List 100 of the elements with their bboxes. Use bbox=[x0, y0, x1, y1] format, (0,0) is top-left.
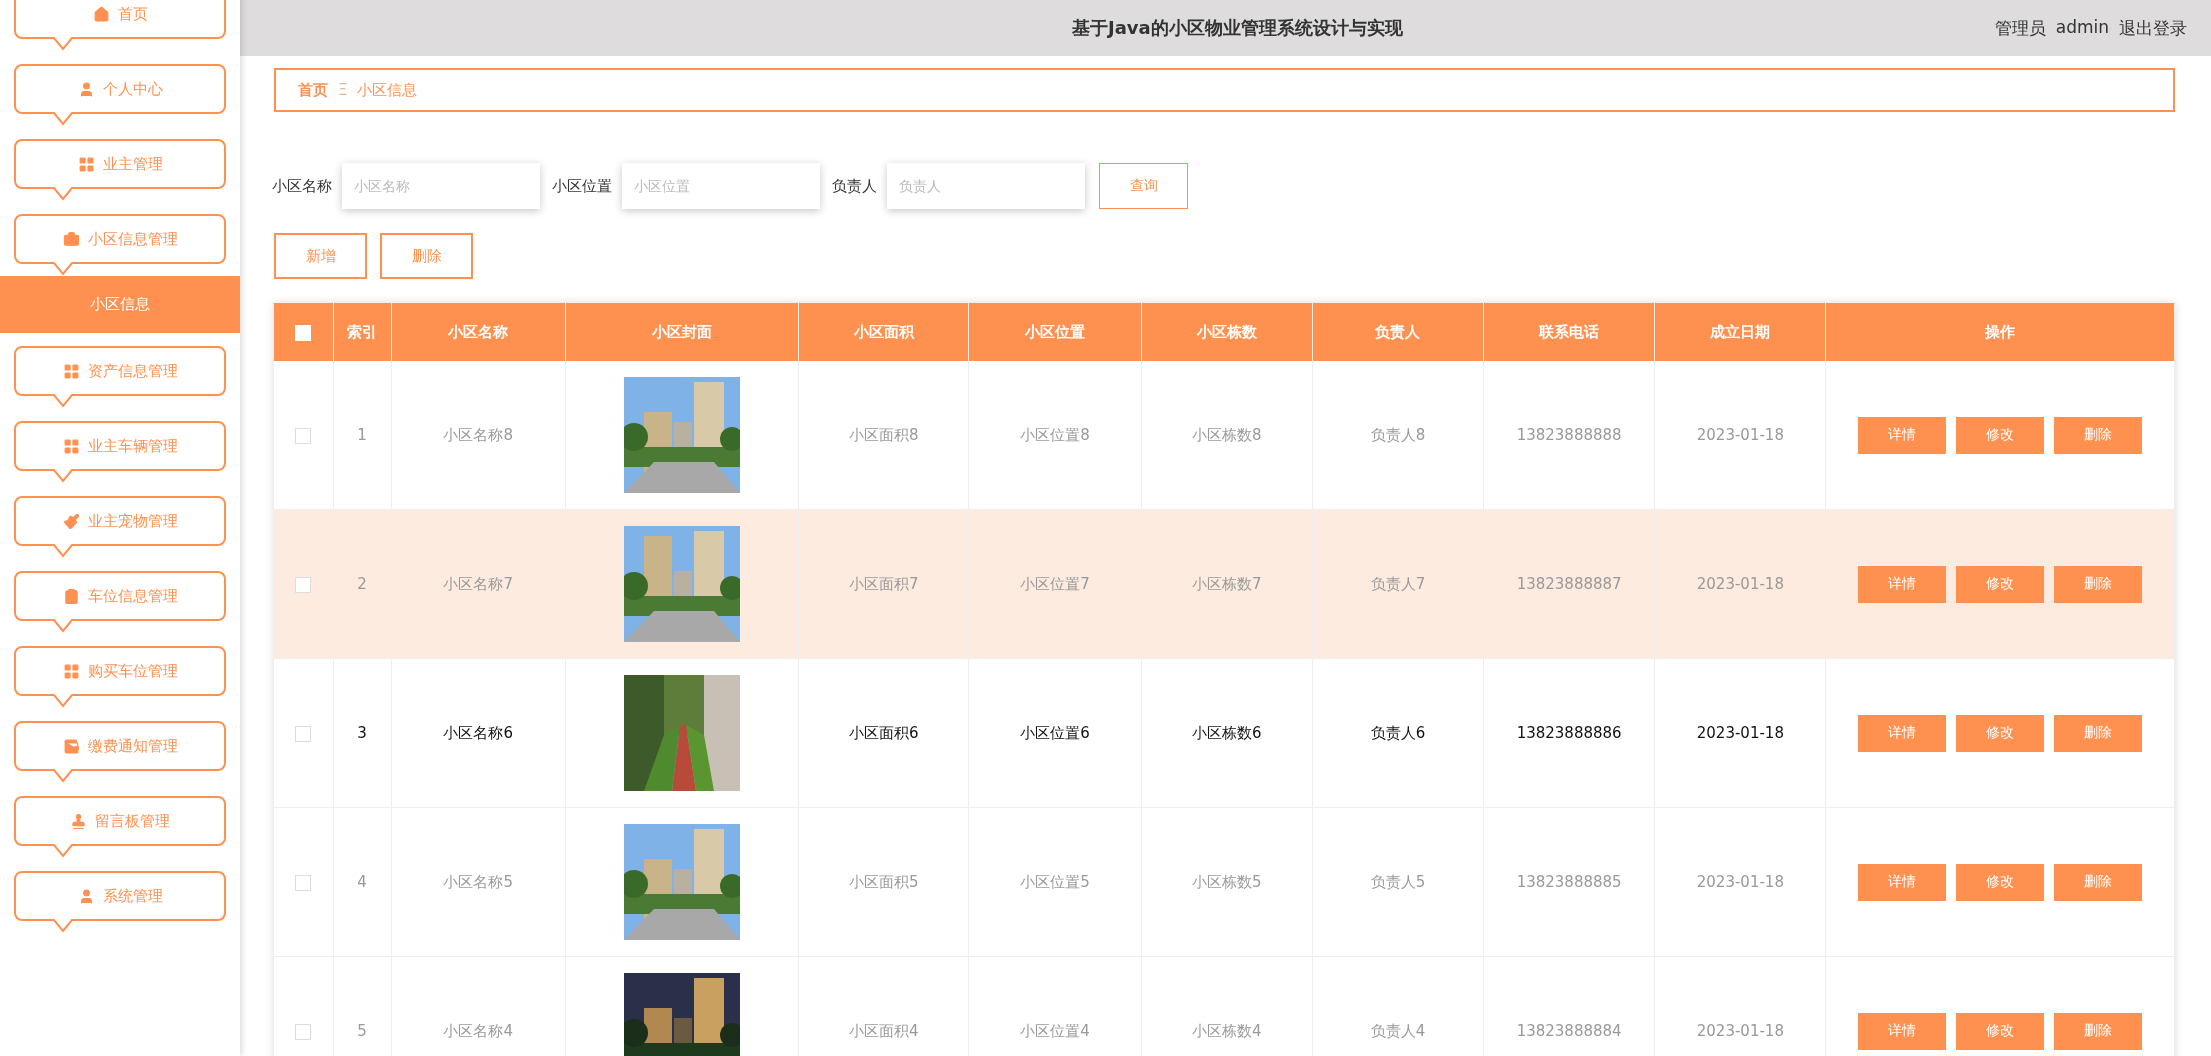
sidebar-label: 首页 bbox=[117, 4, 148, 24]
sidebar-item[interactable]: 车位信息管理 bbox=[14, 571, 226, 633]
home-icon bbox=[92, 5, 110, 23]
field-label: 负责人 bbox=[832, 176, 877, 196]
stamp-icon bbox=[70, 812, 87, 830]
sidebar-item[interactable]: 资产信息管理 bbox=[14, 346, 226, 408]
sidebar-item[interactable]: 购买车位管理 bbox=[14, 646, 226, 708]
search-field[interactable]: 负责人 bbox=[887, 163, 1085, 209]
breadcrumb-home[interactable]: 首页 bbox=[298, 80, 328, 100]
table-cell: 5 bbox=[357, 1022, 367, 1040]
grid-icon bbox=[62, 437, 80, 455]
sidebar-item[interactable]: 留言板管理 bbox=[14, 796, 226, 858]
column-header: 成立日期 bbox=[1710, 322, 1771, 341]
table-cell: 2023-01-18 bbox=[1696, 873, 1784, 891]
edit-button[interactable]: 修改 bbox=[1956, 714, 2045, 752]
grid-icon bbox=[77, 155, 95, 173]
table-cell: 小区面积5 bbox=[848, 872, 919, 891]
table-cell: 2023-01-18 bbox=[1696, 1022, 1784, 1040]
detail-button[interactable]: 详情 bbox=[1858, 416, 1947, 454]
delete-button[interactable]: 删除 bbox=[2054, 1012, 2143, 1050]
table-cell: 小区名称5 bbox=[443, 872, 513, 891]
delete-button[interactable]: 删除 bbox=[2054, 565, 2143, 603]
table-cell: 小区名称7 bbox=[443, 574, 513, 593]
table-cell: 负责人5 bbox=[1370, 872, 1426, 891]
table-cell: 4 bbox=[357, 873, 367, 891]
sidebar-item[interactable]: 业主宠物管理 bbox=[14, 496, 226, 558]
column-header: 联系电话 bbox=[1539, 322, 1600, 341]
sidebar-item[interactable]: 个人中心 bbox=[14, 64, 226, 126]
field-label: 小区位置 bbox=[552, 176, 612, 196]
table-cell: 小区名称6 bbox=[443, 723, 513, 742]
table-cell: 2023-01-18 bbox=[1696, 426, 1784, 444]
row-checkbox[interactable] bbox=[295, 1023, 312, 1040]
sidebar-item[interactable]: 首页 bbox=[14, 0, 226, 51]
select-all-checkbox[interactable] bbox=[295, 324, 312, 341]
table-cell: 13823888886 bbox=[1516, 724, 1622, 742]
sidebar-label: 小区信息管理 bbox=[87, 229, 178, 249]
sidebar-item[interactable]: 业主管理 bbox=[14, 139, 226, 201]
sidebar-label: 业主宠物管理 bbox=[87, 511, 178, 531]
column-header: 操作 bbox=[1985, 322, 2016, 341]
table-cell: 小区名称8 bbox=[443, 425, 513, 444]
row-checkbox[interactable] bbox=[295, 576, 312, 593]
edit-button[interactable]: 修改 bbox=[1956, 416, 2045, 454]
sidebar-label: 留言板管理 bbox=[95, 811, 170, 831]
table-cell: 13823888885 bbox=[1516, 873, 1622, 891]
sidebar-label: 系统管理 bbox=[102, 886, 163, 906]
detail-button[interactable]: 详情 bbox=[1858, 565, 1947, 603]
table-cell: 1 bbox=[357, 426, 367, 444]
table-cell: 小区栋数7 bbox=[1191, 574, 1262, 593]
query-button[interactable]: 查询 bbox=[1099, 163, 1188, 209]
table-cell: 小区面积7 bbox=[848, 574, 919, 593]
edit-button[interactable]: 修改 bbox=[1956, 1012, 2045, 1050]
delete-button[interactable]: 删除 bbox=[380, 233, 473, 279]
row-checkbox[interactable] bbox=[295, 725, 312, 742]
column-header: 小区位置 bbox=[1024, 322, 1085, 341]
sidebar-label: 资产信息管理 bbox=[87, 361, 178, 381]
delete-button[interactable]: 删除 bbox=[2054, 863, 2143, 901]
sidebar-item[interactable]: 小区信息 bbox=[0, 276, 240, 333]
table-cell: 小区栋数5 bbox=[1191, 872, 1262, 891]
table-cell: 负责人4 bbox=[1370, 1021, 1426, 1040]
add-button[interactable]: 新增 bbox=[274, 233, 367, 279]
sidebar-label: 业主管理 bbox=[102, 154, 163, 174]
table-cell: 小区位置5 bbox=[1020, 872, 1090, 891]
sidebar-item[interactable]: 业主车辆管理 bbox=[14, 421, 226, 483]
edit-button[interactable]: 修改 bbox=[1956, 565, 2045, 603]
wallet-icon bbox=[62, 737, 80, 755]
column-header: 小区面积 bbox=[853, 322, 914, 341]
edit-button[interactable]: 修改 bbox=[1956, 863, 2045, 901]
table-cell: 小区位置6 bbox=[1020, 723, 1090, 742]
sidebar-label: 缴费通知管理 bbox=[87, 736, 178, 756]
table-cell: 负责人6 bbox=[1370, 723, 1426, 742]
search-field[interactable]: 小区位置 bbox=[622, 163, 820, 209]
app-title: 基于Java的小区物业管理系统设计与实现 bbox=[1071, 16, 1404, 40]
row-checkbox[interactable] bbox=[295, 427, 312, 444]
brush-icon bbox=[62, 512, 80, 530]
table-cell: 负责人7 bbox=[1370, 574, 1426, 593]
grid-icon bbox=[62, 362, 80, 380]
delete-button[interactable]: 删除 bbox=[2054, 714, 2143, 752]
sidebar-item[interactable]: 系统管理 bbox=[14, 871, 226, 933]
table-cell: 小区位置8 bbox=[1020, 425, 1090, 444]
table-cell: 小区面积8 bbox=[848, 425, 919, 444]
sidebar-item[interactable]: 缴费通知管理 bbox=[14, 721, 226, 783]
briefcase-icon bbox=[62, 230, 80, 248]
table-cell: 3 bbox=[357, 724, 367, 742]
clipboard-icon bbox=[62, 587, 80, 605]
table-cell: 小区栋数8 bbox=[1191, 425, 1262, 444]
table-cell: 小区面积4 bbox=[848, 1021, 919, 1040]
search-field[interactable]: 小区名称 bbox=[342, 163, 540, 209]
sidebar-item[interactable]: 小区信息管理 bbox=[14, 214, 226, 276]
detail-button[interactable]: 详情 bbox=[1858, 1012, 1947, 1050]
column-header: 索引 bbox=[347, 322, 378, 341]
detail-button[interactable]: 详情 bbox=[1858, 863, 1947, 901]
detail-button[interactable]: 详情 bbox=[1858, 714, 1947, 752]
table-cell: 2023-01-18 bbox=[1696, 724, 1784, 742]
logout-link[interactable]: 退出登录 bbox=[2119, 16, 2187, 40]
sidebar-label: 个人中心 bbox=[102, 79, 163, 99]
table-cell: 小区名称4 bbox=[443, 1021, 513, 1040]
delete-button[interactable]: 删除 bbox=[2054, 416, 2143, 454]
grid-icon bbox=[62, 662, 80, 680]
row-checkbox[interactable] bbox=[295, 874, 312, 891]
table-cell: 小区面积6 bbox=[848, 723, 919, 742]
